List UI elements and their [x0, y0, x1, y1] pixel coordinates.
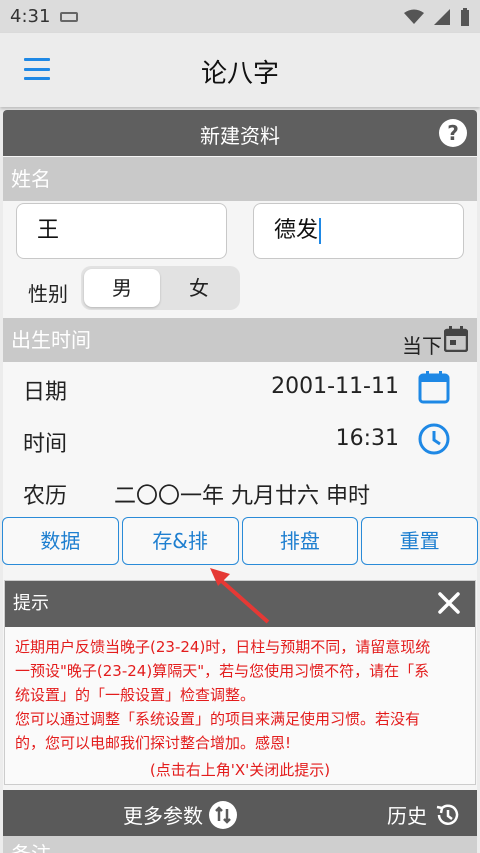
surname-input[interactable]: 王	[16, 203, 227, 259]
gender-toggle: 男 女	[81, 266, 240, 310]
clock-icon[interactable]	[417, 422, 451, 456]
date-value: 2001-11-11	[271, 374, 399, 399]
tip-title: 提示	[13, 593, 49, 614]
close-icon[interactable]	[435, 589, 463, 617]
history-icon	[436, 803, 459, 825]
keyboard-icon	[60, 11, 79, 22]
time-row[interactable]: 时间 16:31	[3, 414, 477, 466]
help-icon[interactable]: ?	[439, 119, 467, 147]
lunar-label: 农历	[23, 484, 68, 509]
status-time: 4:31	[10, 6, 51, 27]
date-label: 日期	[23, 380, 68, 405]
tip-line: 统设置」的「一般设置」检查调整。	[15, 686, 256, 704]
name-section-header: 姓名	[3, 157, 477, 201]
lunar-value: 二〇〇一年 九月廿六 申时	[114, 484, 370, 509]
lunar-row: 农历 二〇〇一年 九月廿六 申时	[3, 466, 477, 518]
tip-line: 您可以通过调整「系统设置」的项目来满足使用习惯。若没有	[15, 710, 421, 728]
tip-footer: (点击右上角'X'关闭此提示)	[149, 761, 331, 779]
time-value: 16:31	[335, 426, 399, 451]
action-buttons: 数据 存&排 排盘 重置	[2, 517, 478, 565]
gender-option-female[interactable]: 女	[161, 269, 237, 307]
history-label: 历史	[387, 804, 427, 828]
red-arrow-icon	[210, 568, 270, 624]
form-title: 新建资料	[200, 124, 280, 148]
more-params-label: 更多参数	[123, 804, 203, 828]
now-button[interactable]: 当下	[402, 330, 442, 359]
history-button[interactable]: 历史	[387, 800, 461, 829]
calendar-icon[interactable]	[417, 370, 451, 404]
tip-line: 一预设"晚子(23-24)算隔天"，若与您使用习惯不符，请在「系	[15, 662, 430, 680]
reset-button[interactable]: 重置	[361, 517, 478, 565]
gender-option-male[interactable]: 男	[84, 269, 160, 307]
status-bar: 4:31	[0, 0, 480, 33]
time-label: 时间	[23, 432, 68, 457]
wifi-icon	[404, 9, 424, 24]
text-caret	[319, 218, 322, 244]
form-header: 新建资料 ?	[3, 110, 477, 156]
signal-icon	[434, 8, 450, 25]
memo-section-header: 备注	[3, 836, 477, 853]
date-row[interactable]: 日期 2001-11-11	[3, 362, 477, 414]
save-and-chart-button[interactable]: 存&排	[121, 517, 239, 565]
app-title: 论八字	[200, 59, 279, 89]
swap-vertical-icon	[209, 800, 237, 829]
tip-body: 近期用户反馈当晚子(23-24)时，日柱与预期不同，请留意现统 一预设"晚子(2…	[15, 635, 467, 755]
given-name-input[interactable]: 德发	[253, 203, 464, 259]
chart-button[interactable]: 排盘	[241, 517, 359, 565]
more-params-button[interactable]: 更多参数	[123, 800, 237, 829]
data-button[interactable]: 数据	[2, 517, 119, 565]
battery-icon	[461, 7, 469, 26]
surname-value: 王	[37, 218, 60, 243]
gender-label: 性别	[28, 282, 68, 306]
more-bar: 更多参数 历史	[3, 790, 477, 836]
tip-line: 的，您可以电邮我们探讨整合增加。感恩!	[15, 734, 292, 752]
given-name-value: 德发	[274, 218, 319, 243]
app-bar: 论八字	[0, 33, 480, 107]
calendar-now-icon[interactable]	[444, 326, 468, 352]
tip-line: 近期用户反馈当晚子(23-24)时，日柱与预期不同，请留意现统	[15, 638, 431, 656]
